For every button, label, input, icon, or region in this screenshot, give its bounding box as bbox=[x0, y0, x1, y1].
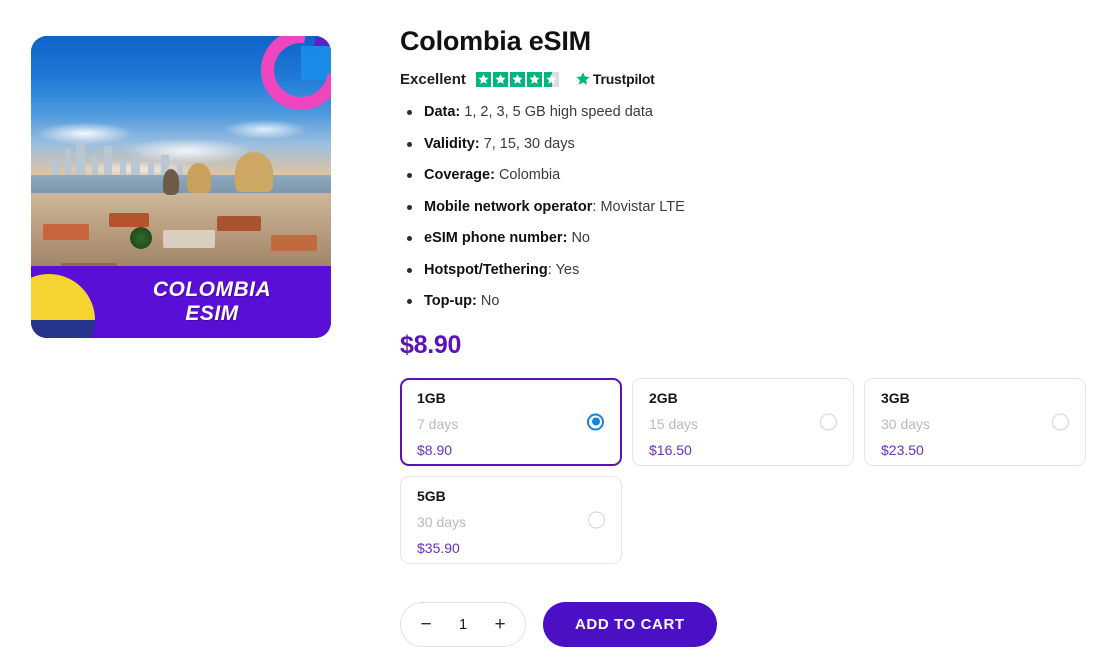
feature-value: 7, 15, 30 days bbox=[483, 135, 575, 152]
feature-value: Colombia bbox=[498, 167, 561, 183]
list-item: Mobile network operator: Movistar LTE bbox=[400, 198, 1090, 215]
trustpilot-star-icon bbox=[576, 72, 590, 85]
banner-line-1: COLOMBIA bbox=[152, 278, 272, 302]
add-to-cart-button[interactable]: ADD TO CART bbox=[543, 601, 717, 647]
trustpilot-logo: Trustpilot bbox=[575, 71, 655, 87]
quantity-stepper[interactable]: − 1 + bbox=[400, 601, 526, 647]
product-price: $8.90 bbox=[400, 330, 462, 359]
plan-size: 3GB bbox=[881, 389, 910, 406]
plan-option-3gb[interactable]: 3GB 30 days $23.50 bbox=[864, 377, 1086, 466]
plan-radio[interactable] bbox=[1052, 413, 1069, 430]
banner-line-2: ESIM bbox=[185, 302, 239, 325]
plan-options: 1GB 7 days $8.90 2GB 15 days $16.50 3GB … bbox=[400, 377, 1094, 564]
star-icon bbox=[509, 71, 525, 87]
trustpilot-wordmark: Trustpilot bbox=[592, 71, 655, 87]
list-item: Hotspot/Tethering: Yes bbox=[400, 261, 1090, 278]
feature-key: eSIM phone number: bbox=[424, 230, 568, 246]
feature-value: 1, 2, 3, 5 GB high speed data bbox=[464, 104, 653, 120]
product-detail-page: COLOMBIA ESIM Colombia eSIM Excellent Tr… bbox=[0, 0, 1110, 670]
feature-key: Mobile network operator bbox=[424, 198, 593, 215]
feature-value: : Yes bbox=[547, 261, 580, 278]
star-icon bbox=[492, 71, 508, 87]
feature-key: Top-up: bbox=[424, 293, 477, 309]
star-icon bbox=[475, 71, 491, 87]
plan-radio[interactable] bbox=[588, 511, 605, 528]
plan-price: $35.90 bbox=[417, 539, 460, 556]
list-item: Coverage: Colombia bbox=[400, 168, 1090, 183]
feature-key: Hotspot/Tethering bbox=[424, 261, 548, 278]
trustpilot-rating[interactable]: Excellent Trustpilot bbox=[400, 69, 1090, 89]
plan-size: 1GB bbox=[417, 389, 446, 406]
plan-validity: 7 days bbox=[417, 415, 459, 432]
list-item: Top-up: No bbox=[400, 294, 1090, 309]
colombia-flag-icon bbox=[31, 274, 95, 338]
plan-validity: 30 days bbox=[417, 513, 467, 530]
quantity-increment-button[interactable]: + bbox=[493, 615, 507, 634]
quantity-decrement-button[interactable]: − bbox=[419, 615, 433, 634]
plan-option-1gb[interactable]: 1GB 7 days $8.90 bbox=[400, 377, 622, 466]
feature-key: Data: bbox=[424, 104, 461, 120]
brand-logo-icon bbox=[244, 36, 331, 127]
feature-list: Data: 1, 2, 3, 5 GB high speed data Vali… bbox=[400, 105, 1090, 309]
page-title: Colombia eSIM bbox=[400, 26, 591, 56]
plan-validity: 15 days bbox=[649, 415, 699, 432]
plan-price: $8.90 bbox=[417, 441, 453, 458]
plan-price: $16.50 bbox=[649, 441, 692, 458]
feature-key: Coverage: bbox=[424, 167, 495, 183]
feature-key: Validity: bbox=[424, 135, 480, 152]
plan-radio[interactable] bbox=[820, 413, 837, 430]
product-details: Colombia eSIM Excellent Trustpilot Data:… bbox=[400, 26, 1090, 647]
plan-size: 5GB bbox=[417, 487, 446, 504]
list-item: eSIM phone number: No bbox=[400, 231, 1090, 246]
plan-option-2gb[interactable]: 2GB 15 days $16.50 bbox=[632, 377, 854, 466]
star-icon-half bbox=[543, 71, 559, 87]
image-banner-text: COLOMBIA ESIM bbox=[91, 278, 271, 325]
plan-validity: 30 days bbox=[881, 415, 931, 432]
plan-radio-selected[interactable] bbox=[587, 413, 604, 430]
plan-size: 2GB bbox=[649, 389, 678, 406]
star-icon bbox=[526, 71, 542, 87]
cart-actions: − 1 + ADD TO CART bbox=[400, 601, 1090, 647]
list-item: Data: 1, 2, 3, 5 GB high speed data bbox=[400, 105, 1090, 120]
product-image[interactable]: COLOMBIA ESIM bbox=[31, 36, 331, 338]
feature-value: No bbox=[480, 293, 500, 309]
feature-value: : Movistar LTE bbox=[592, 198, 685, 215]
feature-value: No bbox=[571, 230, 590, 246]
list-item: Validity: 7, 15, 30 days bbox=[400, 135, 1090, 152]
plan-price: $23.50 bbox=[881, 441, 924, 458]
rating-label: Excellent bbox=[400, 70, 466, 88]
quantity-value[interactable]: 1 bbox=[455, 616, 471, 633]
rating-stars bbox=[475, 71, 559, 87]
plan-option-5gb[interactable]: 5GB 30 days $35.90 bbox=[400, 475, 622, 564]
